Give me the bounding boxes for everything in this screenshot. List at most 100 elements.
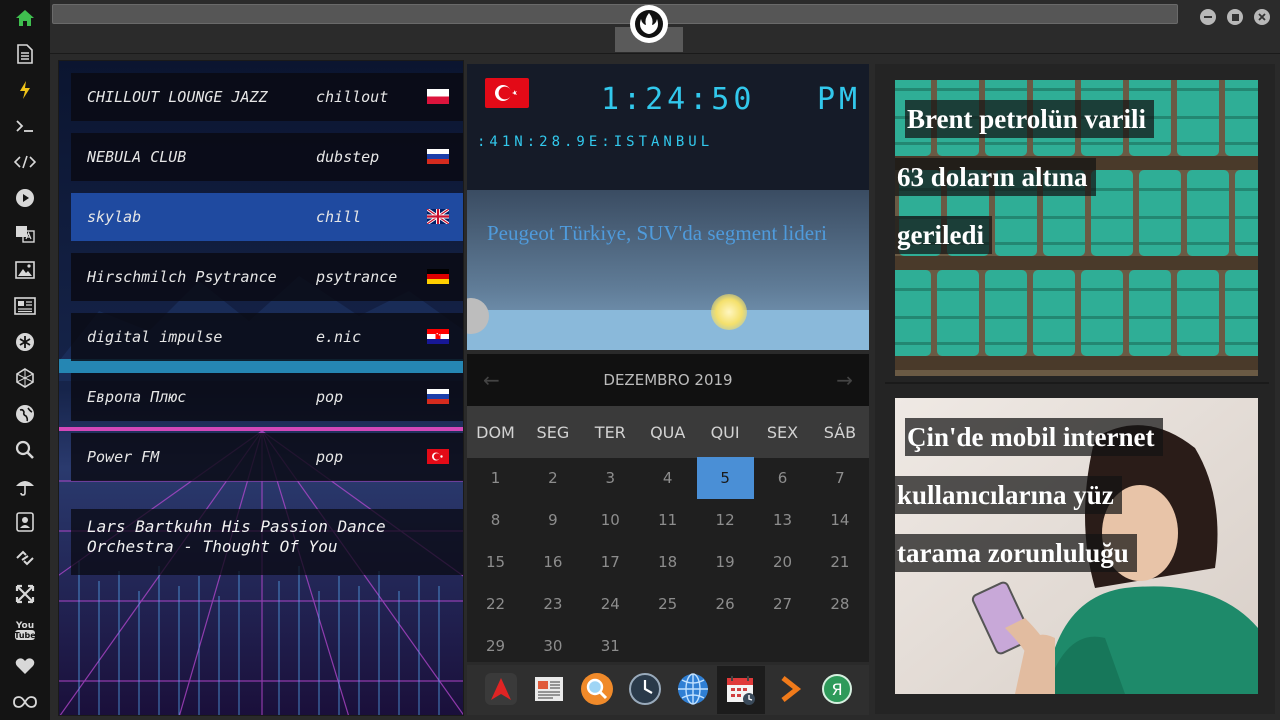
calendar-day[interactable]: 23 — [524, 583, 581, 625]
station-row[interactable]: Hirschmilch Psytrance psytrance — [71, 253, 463, 301]
station-genre: chillout — [316, 88, 389, 106]
calendar-panel: ← DEZEMBRO 2019 → DOM SEG TER QUA QUI SEX SÁB … — [467, 354, 869, 662]
calendar-day[interactable]: 15 — [467, 541, 524, 583]
arch-icon[interactable] — [482, 670, 520, 708]
calendar-day[interactable]: 7 — [811, 457, 868, 499]
weekday-label: TER — [594, 422, 626, 442]
station-row[interactable]: Power FM pop — [71, 433, 463, 481]
newspaper-icon[interactable] — [530, 670, 568, 708]
calendar-day[interactable]: 30 — [524, 625, 581, 667]
expand-icon[interactable] — [13, 582, 37, 606]
calendar-day[interactable]: 29 — [467, 625, 524, 667]
translate-icon[interactable] — [13, 222, 37, 246]
calendar-day[interactable]: 20 — [754, 541, 811, 583]
umbrella-icon[interactable] — [13, 474, 37, 498]
calendar-day[interactable]: 26 — [697, 583, 754, 625]
weekday-label: QUI — [710, 422, 740, 442]
contact-icon[interactable] — [13, 510, 37, 534]
weekday-row: DOM SEG TER QUA QUI SEX SÁB — [467, 406, 869, 458]
calendar-day[interactable]: 10 — [582, 499, 639, 541]
calendar-day[interactable]: 17 — [582, 541, 639, 583]
ru-flag-icon — [427, 149, 449, 164]
calendar-day[interactable]: 21 — [811, 541, 868, 583]
play-arrow-icon[interactable] — [770, 670, 808, 708]
home-icon[interactable] — [13, 6, 37, 30]
document-icon[interactable] — [13, 42, 37, 66]
close-icon[interactable] — [1254, 9, 1270, 25]
calendar-day[interactable]: 18 — [639, 541, 696, 583]
radio-panel: CHILLOUT LOUNGE JAZZ chillout NEBULA CLUB d… — [58, 60, 464, 716]
globe-app-icon[interactable] — [674, 670, 712, 708]
station-row[interactable]: digital impulse e.nic — [71, 313, 463, 361]
calendar-day[interactable]: 22 — [467, 583, 524, 625]
station-genre: e.nic — [316, 328, 362, 346]
clock-app-icon[interactable] — [626, 670, 664, 708]
station-row[interactable]: NEBULA CLUB dubstep — [71, 133, 463, 181]
calendar-header: ← DEZEMBRO 2019 → — [467, 354, 869, 406]
station-name: NEBULA CLUB — [87, 148, 187, 166]
asterisk-icon[interactable] — [13, 330, 37, 354]
next-month-icon[interactable]: → — [836, 368, 853, 392]
weekday-label: SEG — [536, 422, 570, 442]
station-row[interactable]: skylab chill — [71, 193, 463, 241]
calendar-day[interactable]: 6 — [754, 457, 811, 499]
calendar-day[interactable]: 31 — [582, 625, 639, 667]
station-genre: pop — [316, 388, 344, 406]
news-card-2[interactable]: Çin'de mobil internet kullanıcılarına yü… — [895, 398, 1258, 694]
news-icon[interactable] — [13, 294, 37, 318]
calendar-day[interactable]: 13 — [754, 499, 811, 541]
polygon-icon[interactable] — [13, 366, 37, 390]
calendar-day[interactable]: 25 — [639, 583, 696, 625]
calendar-day[interactable]: 1 — [467, 457, 524, 499]
calendar-day[interactable]: 9 — [524, 499, 581, 541]
search-app-icon[interactable] — [578, 670, 616, 708]
calendar-day[interactable]: 3 — [582, 457, 639, 499]
image-icon[interactable] — [13, 258, 37, 282]
hr-flag-icon — [427, 329, 449, 344]
address-bar[interactable] — [52, 4, 1178, 24]
clock-time: 1:24:50 — [601, 82, 756, 117]
yandex-letter: Я — [822, 674, 852, 704]
calendar-day[interactable]: 27 — [754, 583, 811, 625]
calendar-day-today[interactable]: 5 — [696, 457, 754, 499]
station-genre: dubstep — [316, 148, 380, 166]
calendar-day[interactable]: 2 — [524, 457, 581, 499]
code-icon[interactable] — [13, 150, 37, 174]
station-row[interactable]: Европа Плюс pop — [71, 373, 463, 421]
calendar-app-icon[interactable] — [717, 666, 765, 714]
globe-icon[interactable] — [13, 402, 37, 426]
maximize-icon[interactable] — [1227, 9, 1243, 25]
infinity-icon[interactable] — [13, 690, 37, 714]
station-name: digital impulse — [87, 328, 223, 346]
news-card-1[interactable]: Brent petrolün varili 63 doların altına … — [895, 80, 1258, 376]
heart-icon[interactable] — [13, 654, 37, 678]
news-panel: Brent petrolün varili 63 doların altına … — [875, 64, 1275, 714]
station-row[interactable]: CHILLOUT LOUNGE JAZZ chillout — [71, 73, 463, 121]
calendar-day[interactable]: 24 — [582, 583, 639, 625]
calendar-day[interactable]: 8 — [467, 499, 524, 541]
minimize-icon[interactable] — [1200, 9, 1216, 25]
svg-text:You: You — [15, 621, 34, 631]
station-genre: pop — [316, 448, 344, 466]
station-name: skylab — [87, 208, 142, 226]
calendar-day[interactable]: 12 — [697, 499, 754, 541]
link-icon[interactable] — [13, 546, 37, 570]
search-icon[interactable] — [13, 438, 37, 462]
calendar-month-label: DEZEMBRO 2019 — [603, 371, 733, 389]
calendar-day[interactable]: 11 — [639, 499, 696, 541]
calendar-day[interactable]: 19 — [697, 541, 754, 583]
yandex-icon[interactable]: Я — [818, 670, 856, 708]
weather-headline[interactable]: Peugeot Türkiye, SUV'da segment lideri — [487, 218, 827, 248]
terminal-icon[interactable] — [13, 114, 37, 138]
calendar-day[interactable]: 16 — [524, 541, 581, 583]
clock-header: 1:24:50 PM :41N:28.9E:ISTANBUL — [467, 64, 869, 190]
calendar-day[interactable]: 14 — [811, 499, 868, 541]
weekday-label: SÁB — [823, 422, 857, 442]
prev-month-icon[interactable]: ← — [483, 368, 500, 392]
bolt-icon[interactable] — [13, 78, 37, 102]
weekday-label: DOM — [476, 422, 515, 442]
youtube-icon[interactable]: You Tube — [13, 618, 37, 642]
calendar-day[interactable]: 28 — [811, 583, 868, 625]
calendar-day[interactable]: 4 — [639, 457, 696, 499]
play-icon[interactable] — [13, 186, 37, 210]
